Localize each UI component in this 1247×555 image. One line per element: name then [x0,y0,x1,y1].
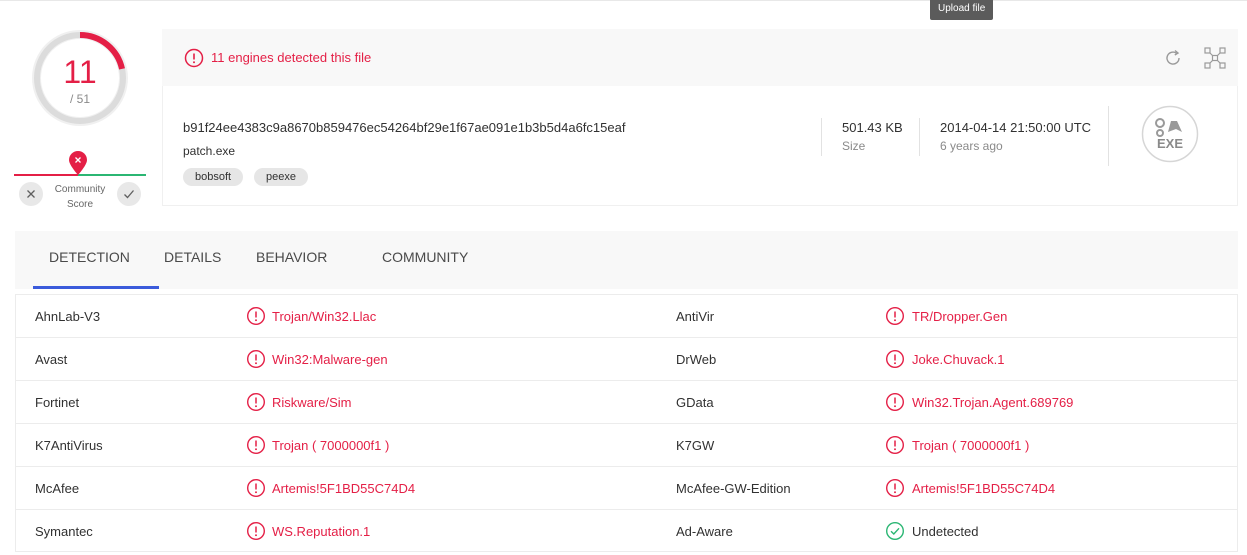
engine-name: Ad-Aware [676,524,733,539]
table-row: K7AntiVirus Trojan ( 7000000f1 ) K7GW Tro… [16,424,1237,467]
engine-name: AntiVir [676,309,715,324]
engine-name: Avast [35,352,68,367]
detection-result: Trojan ( 7000000f1 ) [272,438,390,453]
file-hash[interactable]: b91f24ee4383c9a8670b859476ec54264bf29e1f… [183,120,625,135]
community-score-bar-positive [78,174,146,176]
file-tag[interactable]: peexe [254,168,308,186]
detection-count: 11 [63,54,97,90]
active-tab-indicator [33,286,159,289]
alert-circle-icon [885,392,905,412]
detection-alert-text: 11 engines detected this file [211,50,372,65]
detection-result: TR/Dropper.Gen [912,309,1008,324]
divider [919,118,920,156]
engine-name: K7GW [676,438,715,453]
check-circle-icon [885,521,905,541]
engine-name: GData [676,395,714,410]
file-size-label: Size [842,139,866,153]
detection-result: WS.Reputation.1 [272,524,371,539]
alert-circle-icon [246,435,266,455]
file-size: 501.43 KB [842,120,903,135]
check-icon [124,190,134,199]
engine-name: McAfee [35,481,80,496]
detection-result: Riskware/Sim [272,395,352,410]
tab-behavior[interactable]: BEHAVIOR [256,249,327,265]
divider [1108,106,1109,166]
table-row: AhnLab-V3 Trojan/Win32.Llac AntiVir TR/Dr… [16,295,1237,338]
alert-circle-icon [885,478,905,498]
community-score-label: Community Score [54,184,106,210]
alert-circle-icon [246,349,266,369]
table-row: Symantec WS.Reputation.1 Ad-Aware Undetec… [16,510,1237,553]
alert-circle-icon [184,48,204,68]
engine-name: K7AntiVirus [35,438,103,453]
detection-result: Artemis!5F1BD55C74D4 [272,481,416,496]
top-border [0,0,1247,1]
detection-result: Artemis!5F1BD55C74D4 [912,481,1056,496]
detection-result: Win32.Trojan.Agent.689769 [912,395,1074,410]
detection-result: Trojan/Win32.Llac [272,309,377,324]
alert-circle-icon [885,306,905,326]
table-row: McAfee Artemis!5F1BD55C74D4 McAfee-GW-Edi… [16,467,1237,510]
vote-harmless-button[interactable] [117,182,141,206]
detection-score-gauge: 11 / 51 [28,26,132,130]
table-row: Fortinet Riskware/Sim GData Win32.Trojan.… [16,381,1237,424]
engine-total: / 51 [69,92,90,106]
divider [821,118,822,156]
alert-circle-icon [246,478,266,498]
file-info-card: b91f24ee4383c9a8670b859476ec54264bf29e1f… [162,86,1238,206]
detection-result: Joke.Chuvack.1 [912,352,1005,367]
detection-result: Trojan ( 7000000f1 ) [912,438,1030,453]
file-type-label: EXE [1156,136,1183,151]
tab-detection[interactable]: DETECTION [49,249,130,265]
table-row: Avast Win32:Malware-gen DrWeb Joke.Chuvac… [16,338,1237,381]
engine-name: Symantec [35,524,93,539]
tab-details[interactable]: DETAILS [164,249,221,265]
engine-name: McAfee-GW-Edition [676,481,791,496]
upload-file-tooltip: Upload file [930,0,994,20]
alert-circle-icon [246,392,266,412]
tab-bar: DETECTION DETAILS BEHAVIOR COMMUNITY [15,231,1238,289]
engine-name: Fortinet [35,395,80,410]
detection-alert-bar: 11 engines detected this file [162,29,1238,86]
detection-results-table: AhnLab-V3 Trojan/Win32.Llac AntiVir TR/Dr… [15,294,1238,552]
alert-circle-icon [246,521,266,541]
vote-malicious-button[interactable] [19,182,43,206]
alert-circle-icon [246,306,266,326]
engine-name: AhnLab-V3 [35,309,101,324]
file-date-ago: 6 years ago [940,139,1003,153]
engine-name: DrWeb [676,352,717,367]
close-icon [27,190,35,198]
file-tag[interactable]: bobsoft [183,168,244,186]
tab-community[interactable]: COMMUNITY [382,249,468,265]
file-date: 2014-04-14 21:50:00 UTC [940,120,1092,135]
detection-result: Undetected [912,524,979,539]
reanalyze-icon[interactable] [1161,46,1185,70]
alert-circle-icon [885,349,905,369]
detection-result: Win32:Malware-gen [272,352,388,367]
alert-circle-icon [885,435,905,455]
exe-file-type-icon: EXE [1141,105,1199,163]
community-score-marker-icon [69,151,87,175]
file-name: patch.exe [183,144,236,158]
similar-files-icon[interactable] [1203,46,1227,70]
